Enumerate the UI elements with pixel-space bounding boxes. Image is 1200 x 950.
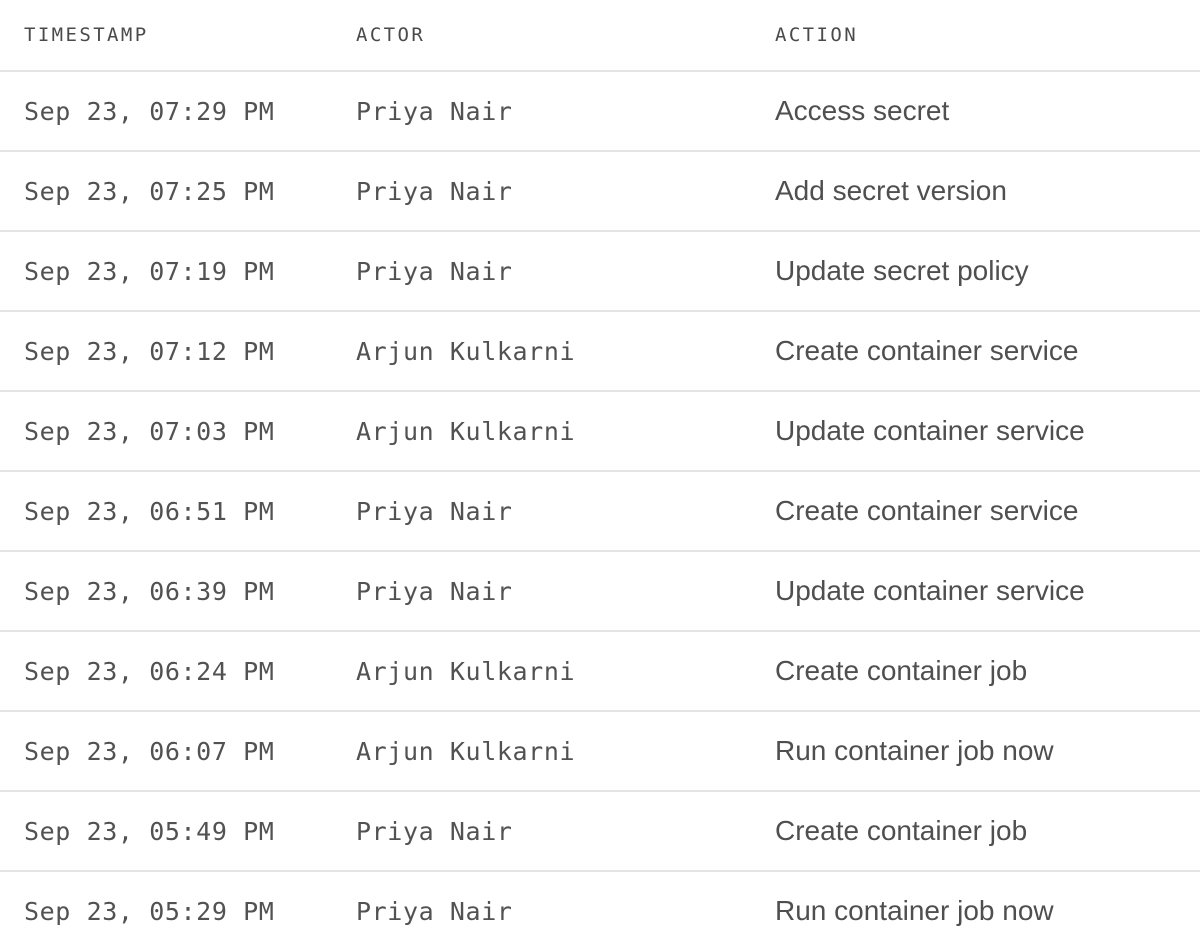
table-row[interactable]: Sep 23, 07:25 PM Priya Nair Add secret v… [0,152,1200,232]
table-row[interactable]: Sep 23, 05:29 PM Priya Nair Run containe… [0,872,1200,950]
timestamp-cell: Sep 23, 07:03 PM [24,416,275,446]
audit-log-table: TIMESTAMP ACTOR ACTION Sep 23, 07:29 PM … [0,0,1200,950]
actor-cell: Arjun Kulkarni [356,336,576,366]
actor-cell: Priya Nair [356,176,513,206]
action-cell: Add secret version [775,175,1007,206]
table-row[interactable]: Sep 23, 06:07 PM Arjun Kulkarni Run cont… [0,712,1200,792]
column-header-actor[interactable]: ACTOR [356,0,425,72]
timestamp-cell: Sep 23, 06:39 PM [24,576,275,606]
action-cell: Create container job [775,655,1028,686]
action-cell: Update container service [775,415,1085,446]
action-cell: Run container job now [775,735,1054,766]
table-row[interactable]: Sep 23, 06:51 PM Priya Nair Create conta… [0,472,1200,552]
actor-cell: Priya Nair [356,896,513,926]
table-row[interactable]: Sep 23, 06:39 PM Priya Nair Update conta… [0,552,1200,632]
actor-cell: Arjun Kulkarni [356,736,576,766]
action-cell: Create container service [775,495,1079,526]
timestamp-cell: Sep 23, 06:07 PM [24,736,275,766]
table-row[interactable]: Sep 23, 05:49 PM Priya Nair Create conta… [0,792,1200,872]
table-row[interactable]: Sep 23, 07:29 PM Priya Nair Access secre… [0,72,1200,152]
timestamp-cell: Sep 23, 07:19 PM [24,256,275,286]
actor-cell: Priya Nair [356,496,513,526]
column-header-timestamp[interactable]: TIMESTAMP [24,0,149,72]
action-cell: Update container service [775,575,1085,606]
actor-cell: Arjun Kulkarni [356,656,576,686]
table-row[interactable]: Sep 23, 07:12 PM Arjun Kulkarni Create c… [0,312,1200,392]
actor-cell: Priya Nair [356,576,513,606]
table-row[interactable]: Sep 23, 07:03 PM Arjun Kulkarni Update c… [0,392,1200,472]
actor-cell: Arjun Kulkarni [356,416,576,446]
table-header-row: TIMESTAMP ACTOR ACTION [0,0,1200,72]
timestamp-cell: Sep 23, 07:25 PM [24,176,275,206]
action-cell: Run container job now [775,895,1054,926]
timestamp-cell: Sep 23, 07:29 PM [24,96,275,126]
timestamp-cell: Sep 23, 07:12 PM [24,336,275,366]
column-header-action[interactable]: ACTION [775,0,858,72]
actor-cell: Priya Nair [356,256,513,286]
timestamp-cell: Sep 23, 05:49 PM [24,816,275,846]
actor-cell: Priya Nair [356,96,513,126]
timestamp-cell: Sep 23, 05:29 PM [24,896,275,926]
timestamp-cell: Sep 23, 06:51 PM [24,496,275,526]
action-cell: Access secret [775,95,950,126]
action-cell: Create container service [775,335,1079,366]
timestamp-cell: Sep 23, 06:24 PM [24,656,275,686]
table-row[interactable]: Sep 23, 07:19 PM Priya Nair Update secre… [0,232,1200,312]
actor-cell: Priya Nair [356,816,513,846]
action-cell: Update secret policy [775,255,1029,286]
table-row[interactable]: Sep 23, 06:24 PM Arjun Kulkarni Create c… [0,632,1200,712]
action-cell: Create container job [775,815,1028,846]
